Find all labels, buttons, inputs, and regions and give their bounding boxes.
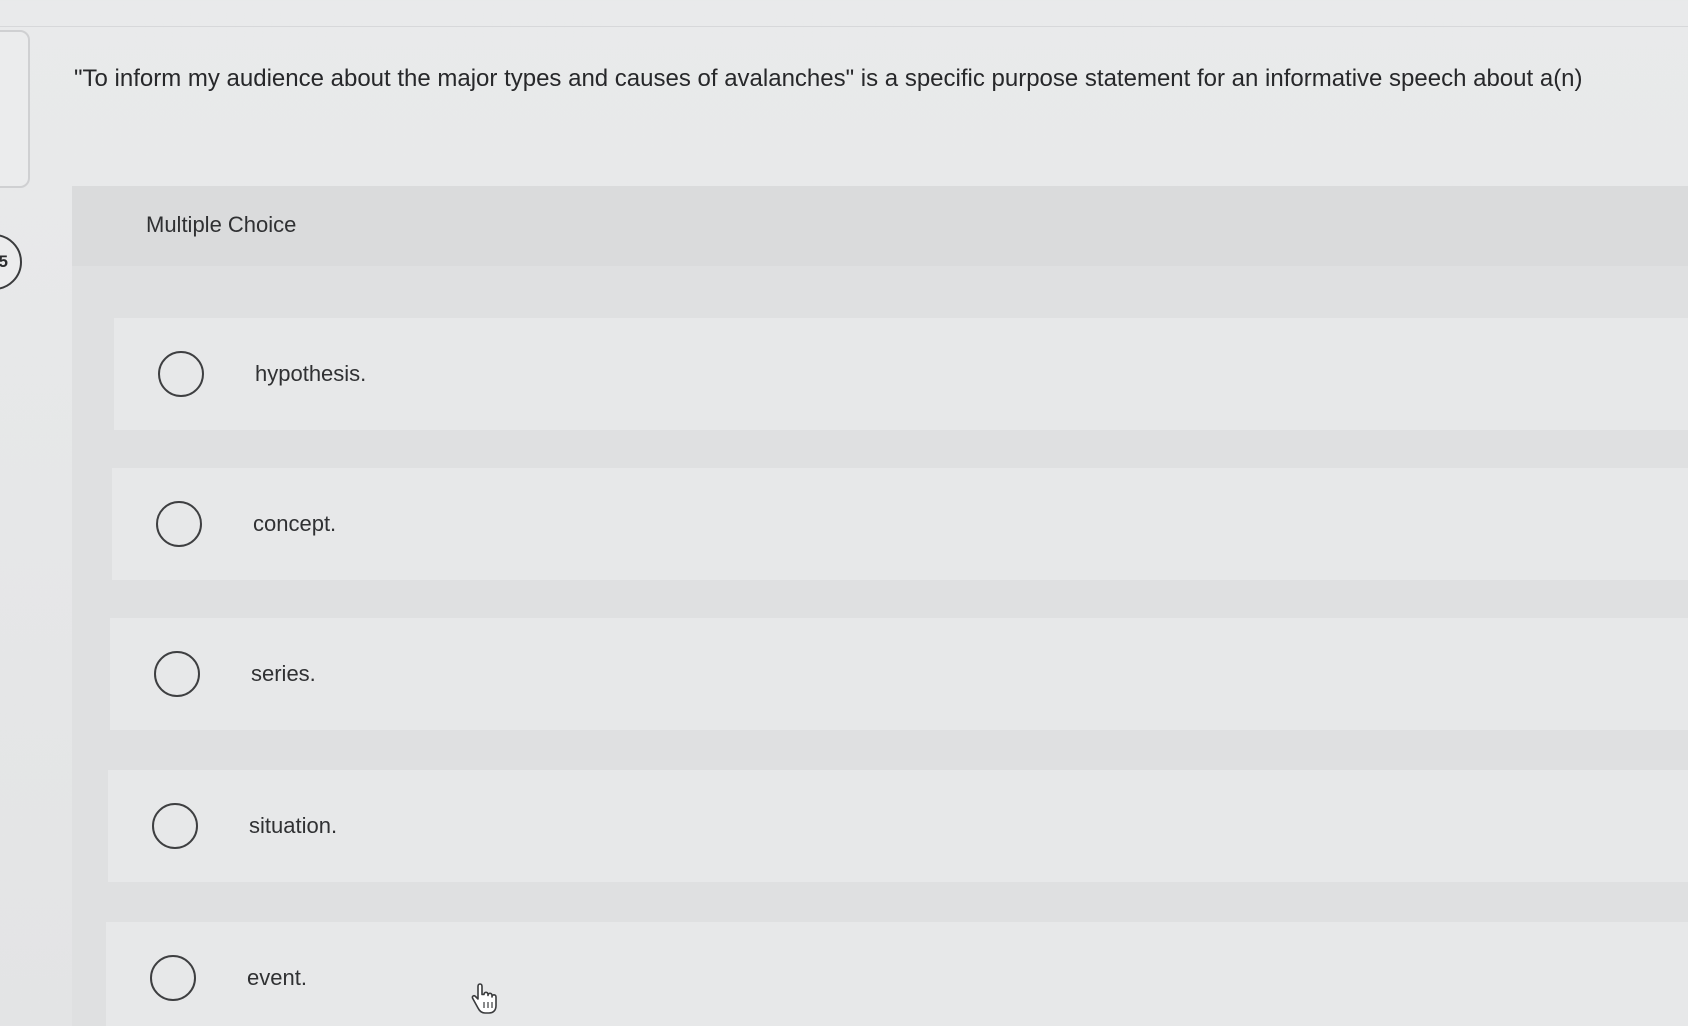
answer-option-label: concept. [253, 511, 337, 536]
answer-option-event[interactable]: event. [106, 922, 1688, 1026]
question-type-label: Multiple Choice [146, 212, 297, 237]
answer-panel: Multiple Choice hypothesis. concept. ser… [72, 186, 1688, 1026]
answer-option-label: situation. [249, 813, 338, 838]
radio-unchecked-icon[interactable] [152, 803, 198, 849]
side-panel-tab[interactable] [0, 30, 30, 188]
answer-option-hypothesis[interactable]: hypothesis. [114, 318, 1688, 430]
answer-option-label: series. [251, 661, 316, 686]
radio-unchecked-icon[interactable] [158, 351, 204, 397]
hand-pointer-cursor-icon [471, 983, 497, 1014]
top-divider [0, 26, 1688, 27]
radio-unchecked-icon[interactable] [150, 955, 196, 1001]
answer-option-concept[interactable]: concept. [112, 468, 1688, 580]
radio-unchecked-icon[interactable] [156, 501, 202, 547]
question-text: "To inform my audience about the major t… [74, 65, 1583, 92]
radio-unchecked-icon[interactable] [154, 651, 200, 697]
answer-option-series[interactable]: series. [110, 618, 1688, 730]
answer-panel-header: Multiple Choice [72, 186, 1688, 266]
question-number-badge: 55 [0, 234, 22, 290]
question-number: 55 [0, 252, 8, 271]
answer-option-situation[interactable]: situation. [108, 770, 1688, 882]
answer-option-label: event. [247, 965, 307, 990]
answer-option-label: hypothesis. [255, 361, 367, 386]
